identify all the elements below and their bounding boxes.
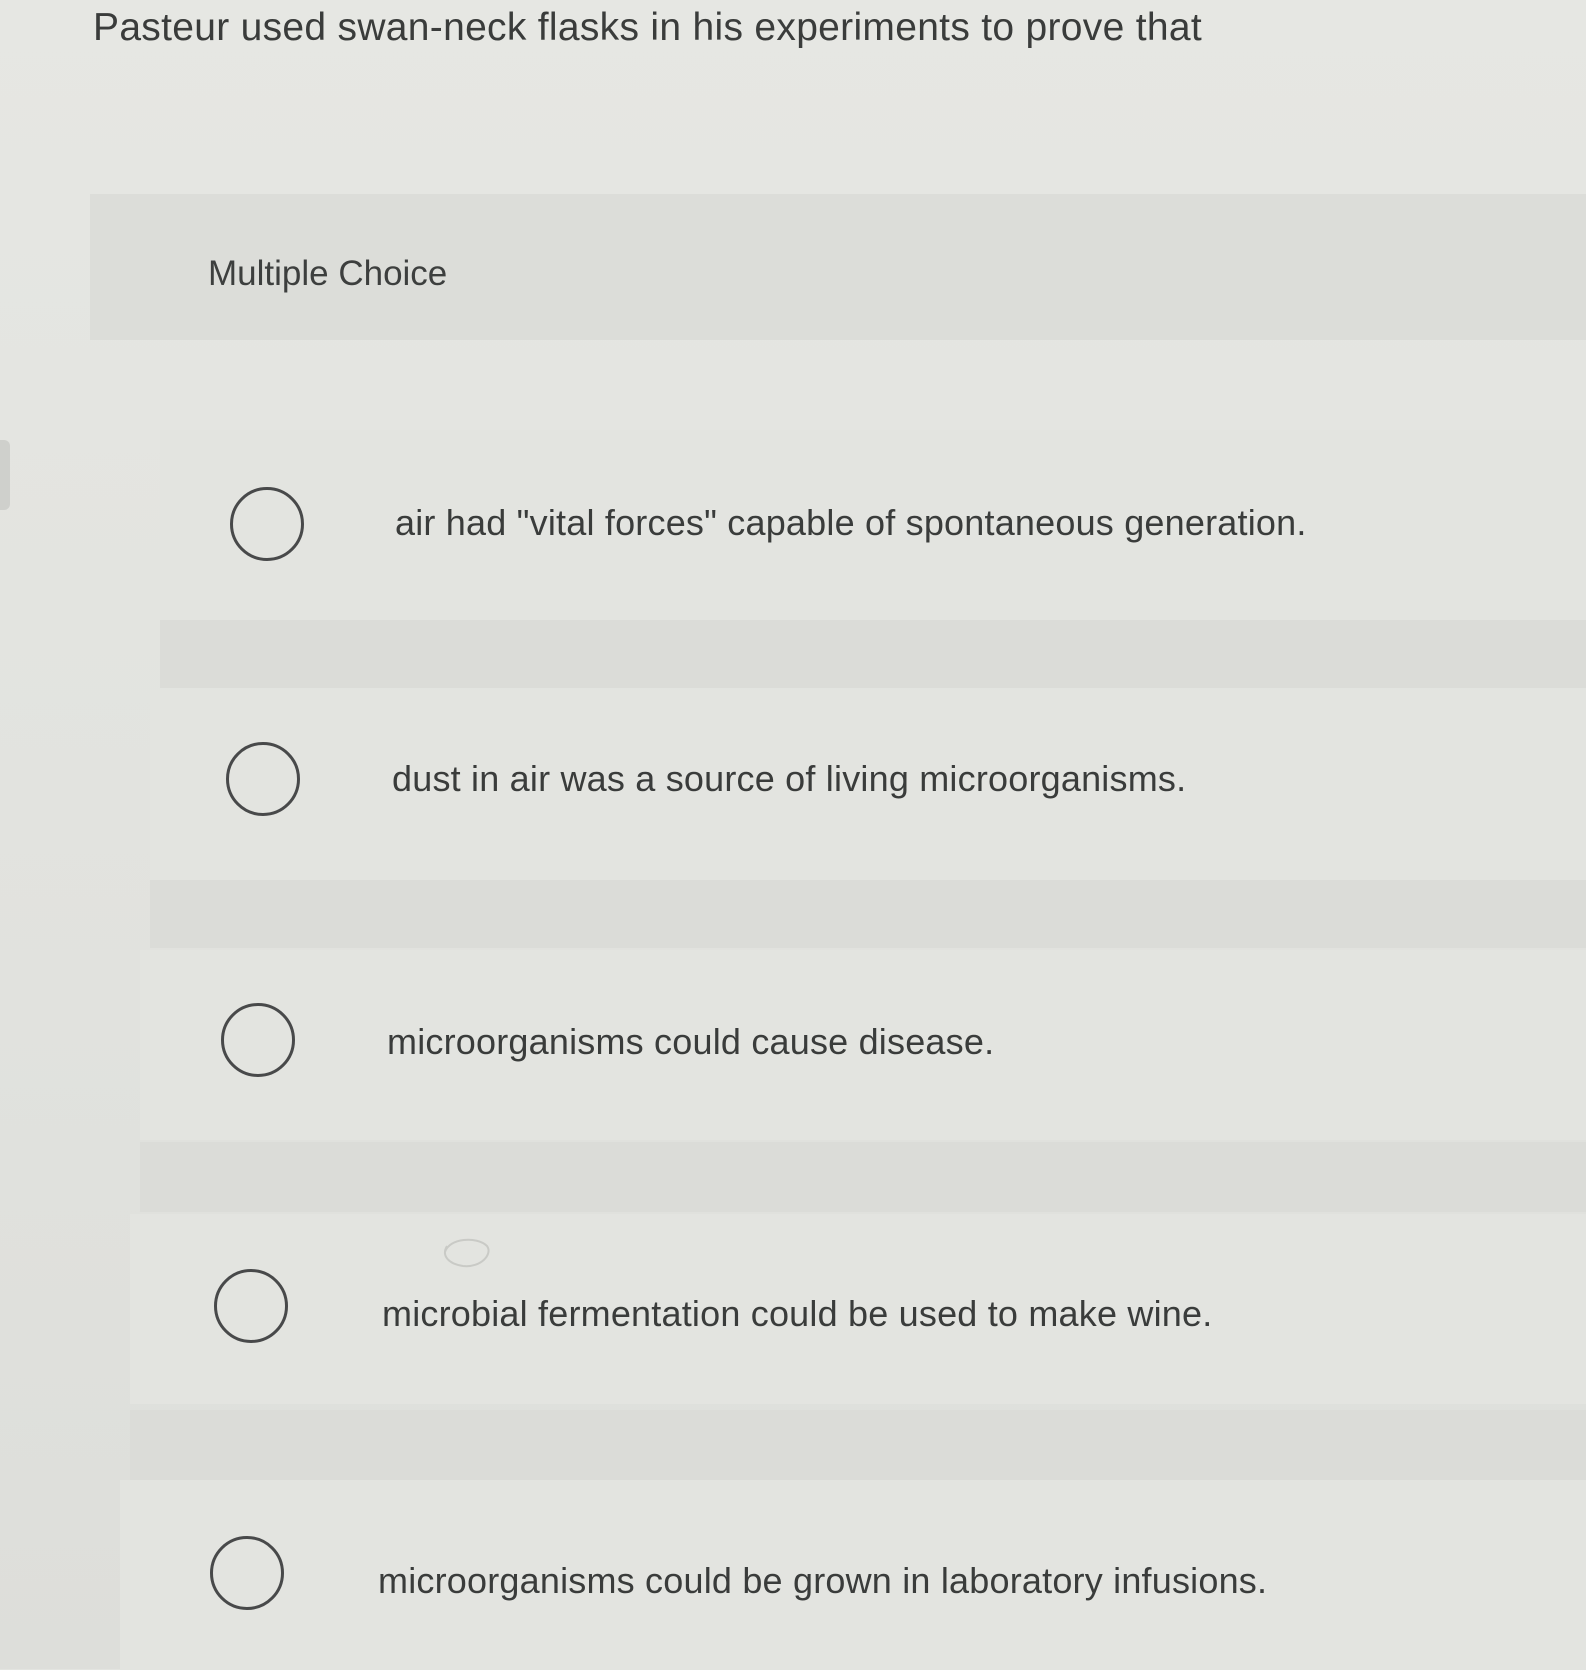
option-divider	[160, 618, 1586, 688]
option-divider	[150, 878, 1586, 948]
radio-button-empty-icon[interactable]	[210, 1536, 284, 1610]
option-5-text: microorganisms could be grown in laborat…	[378, 1560, 1268, 1601]
radio-button-empty-icon[interactable]	[226, 742, 300, 816]
answer-option-2[interactable]: dust in air was a source of living micro…	[150, 690, 1586, 880]
left-edge-tab	[0, 440, 10, 510]
answer-option-1[interactable]: air had "vital forces" capable of sponta…	[160, 430, 1586, 620]
radio-button-empty-icon[interactable]	[221, 1003, 295, 1077]
option-2-text: dust in air was a source of living micro…	[392, 758, 1187, 799]
answer-type-label: Multiple Choice	[208, 254, 448, 293]
quiz-page: Pasteur used swan-neck flasks in his exp…	[0, 0, 1586, 1670]
screen-smudge-mark	[444, 1238, 490, 1268]
option-divider	[140, 1142, 1586, 1212]
answer-option-3[interactable]: microorganisms could cause disease.	[140, 950, 1586, 1140]
question-prompt: Pasteur used swan-neck flasks in his exp…	[93, 6, 1202, 49]
option-divider	[130, 1410, 1586, 1480]
option-4-text: microbial fermentation could be used to …	[382, 1293, 1213, 1334]
option-1-text: air had "vital forces" capable of sponta…	[395, 502, 1307, 543]
radio-button-empty-icon[interactable]	[214, 1269, 288, 1343]
radio-button-empty-icon[interactable]	[230, 487, 304, 561]
option-3-text: microorganisms could cause disease.	[387, 1021, 995, 1062]
answer-option-4[interactable]: microbial fermentation could be used to …	[130, 1214, 1586, 1404]
answer-option-5[interactable]: microorganisms could be grown in laborat…	[120, 1480, 1586, 1670]
